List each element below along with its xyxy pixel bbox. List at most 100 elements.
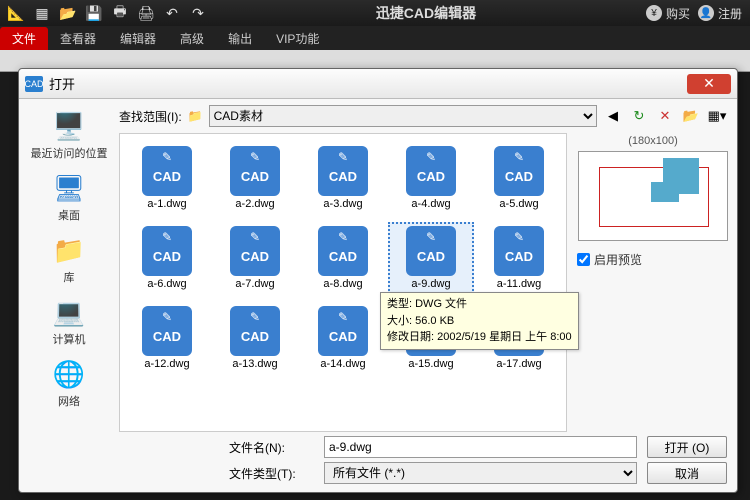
register-button[interactable]: 👤注册 (698, 5, 742, 22)
file-name: a-9.dwg (392, 278, 470, 290)
file-item[interactable]: CADa-1.dwg (124, 142, 210, 214)
tab-editor[interactable]: 编辑器 (108, 27, 168, 50)
tooltip-size: 大小: 56.0 KB (387, 313, 572, 330)
file-name: a-5.dwg (480, 198, 558, 210)
file-name: a-17.dwg (480, 358, 558, 370)
file-item[interactable]: CAD a-11.dwg (476, 222, 562, 294)
new-icon[interactable]: ▦ (34, 5, 50, 21)
tab-vip[interactable]: VIP功能 (264, 27, 331, 50)
dialog-body: 🖥️最近访问的位置 🖥桌面 📁库 💻计算机 🌐网络 查找范围(I): 📁 CAD… (19, 99, 737, 492)
place-label: 库 (24, 269, 114, 285)
cad-file-icon: CAD (230, 226, 280, 276)
content-row: CADa-1.dwgCADa-2.dwgCADa-3.dwgCADa-4.dwg… (119, 133, 733, 432)
file-name: a-11.dwg (480, 278, 558, 290)
print-icon[interactable]: 🖨 (138, 5, 154, 21)
place-label: 最近访问的位置 (24, 145, 114, 161)
file-name: a-2.dwg (216, 198, 294, 210)
cad-file-icon: CAD (494, 226, 544, 276)
look-in-select[interactable]: CAD素材 (209, 105, 597, 127)
file-item[interactable]: CAD a-14.dwg (300, 302, 386, 374)
filetype-label: 文件类型(T): (229, 465, 314, 482)
open-button[interactable]: 打开 (O) (647, 436, 727, 458)
place-label: 网络 (24, 393, 114, 409)
filename-input[interactable] (324, 436, 637, 458)
preview-check[interactable] (577, 253, 590, 266)
buy-button[interactable]: ¥购买 (646, 5, 690, 22)
cad-file-icon: CAD (142, 146, 192, 196)
dialog-cad-icon: CAD (25, 76, 43, 92)
file-item[interactable]: CAD a-3.dwg (300, 142, 386, 214)
place-recent[interactable]: 🖥️ 最近访问的位置 (24, 105, 114, 165)
file-item[interactable]: CAD a-13.dwg (212, 302, 298, 374)
delete-icon[interactable]: ✕ (655, 106, 675, 126)
place-libraries[interactable]: 📁库 (24, 229, 114, 289)
redo-icon[interactable]: ↷ (190, 5, 206, 21)
view-icon[interactable]: ▦▾ (707, 106, 727, 126)
cad-file-icon: CAD (318, 306, 368, 356)
file-item[interactable]: CAD a-9.dwg (388, 222, 474, 294)
preview-dimensions: (180x100) (573, 133, 733, 151)
preview-check-label: 启用预览 (594, 251, 642, 268)
filename-label: 文件名(N): (229, 439, 314, 456)
file-item[interactable]: CADa-7.dwg (212, 222, 298, 294)
tab-advanced[interactable]: 高级 (168, 27, 216, 50)
up-icon[interactable]: ↻ (629, 106, 649, 126)
dialog-titlebar: CAD 打开 ✕ (19, 69, 737, 99)
cancel-button[interactable]: 取消 (647, 462, 727, 484)
save-icon[interactable]: 💾 (86, 5, 102, 21)
tooltip-date: 修改日期: 2002/5/19 星期日 上午 8:00 (387, 329, 572, 346)
recent-icon: 🖥️ (49, 109, 89, 143)
close-button[interactable]: ✕ (687, 74, 731, 94)
file-name: a-15.dwg (392, 358, 470, 370)
file-name: a-6.dwg (128, 278, 206, 290)
cad-file-icon: CAD (142, 306, 192, 356)
folder-icon: 📁 (49, 233, 89, 267)
app-title: 迅捷CAD编辑器 (206, 3, 646, 23)
back-icon[interactable]: ◀ (603, 106, 623, 126)
cad-file-icon: CAD (318, 146, 368, 196)
place-label: 计算机 (24, 331, 114, 347)
buy-label: 购买 (666, 5, 690, 22)
look-in-label: 查找范围(I): (119, 108, 182, 125)
filetype-select[interactable]: 所有文件 (*.*) (324, 462, 637, 484)
dialog-title: 打开 (49, 74, 75, 93)
place-label: 桌面 (24, 207, 114, 223)
file-item[interactable]: CADa-4.dwg (388, 142, 474, 214)
computer-icon: 💻 (49, 295, 89, 329)
filename-row: 文件名(N): 打开 (O) (119, 432, 733, 458)
file-name: a-13.dwg (216, 358, 294, 370)
tab-file[interactable]: 文件 (0, 27, 48, 50)
file-name: a-3.dwg (304, 198, 382, 210)
file-item[interactable]: CADa-6.dwg (124, 222, 210, 294)
file-item[interactable]: CAD a-12.dwg (124, 302, 210, 374)
enable-preview-checkbox[interactable]: 启用预览 (573, 251, 733, 268)
places-bar: 🖥️最近访问的位置 🖥桌面 📁库 💻计算机 🌐网络 (19, 99, 119, 492)
open-icon[interactable]: 📂 (60, 5, 76, 21)
file-name: a-4.dwg (392, 198, 470, 210)
file-item[interactable]: CADa-8.dwg (300, 222, 386, 294)
app-icon: 📐 (8, 5, 24, 21)
place-desktop[interactable]: 🖥桌面 (24, 167, 114, 227)
file-item[interactable]: CADa-2.dwg (212, 142, 298, 214)
tab-output[interactable]: 输出 (216, 27, 264, 50)
cad-file-icon: CAD (406, 226, 456, 276)
file-item[interactable]: CADa-5.dwg (476, 142, 562, 214)
preview-image (578, 151, 728, 241)
file-name: a-12.dwg (128, 358, 206, 370)
undo-icon[interactable]: ↶ (164, 5, 180, 21)
saveas-icon[interactable]: 🖶 (112, 5, 128, 21)
folder-small-icon: 📁 (188, 109, 203, 123)
file-name: a-14.dwg (304, 358, 382, 370)
cad-file-icon: CAD (230, 306, 280, 356)
look-in-row: 查找范围(I): 📁 CAD素材 ◀ ↻ ✕ 📂 ▦▾ (119, 103, 733, 133)
newfolder-icon[interactable]: 📂 (681, 106, 701, 126)
place-computer[interactable]: 💻 计算机 (24, 291, 114, 351)
tab-viewer[interactable]: 查看器 (48, 27, 108, 50)
open-dialog: CAD 打开 ✕ 🖥️最近访问的位置 🖥桌面 📁库 💻计算机 🌐网络 查找范围(… (18, 68, 738, 493)
place-network[interactable]: 🌐网络 (24, 353, 114, 413)
titlebar-right: ¥购买 👤注册 (646, 5, 742, 22)
filetype-row: 文件类型(T): 所有文件 (*.*) 取消 (119, 458, 733, 484)
file-list[interactable]: CADa-1.dwgCADa-2.dwgCADa-3.dwgCADa-4.dwg… (119, 133, 567, 432)
titlebar: 📐 ▦ 📂 💾 🖶 🖨 ↶ ↷ 迅捷CAD编辑器 ¥购买 👤注册 (0, 0, 750, 26)
menubar: 文件 查看器 编辑器 高级 输出 VIP功能 (0, 26, 750, 50)
